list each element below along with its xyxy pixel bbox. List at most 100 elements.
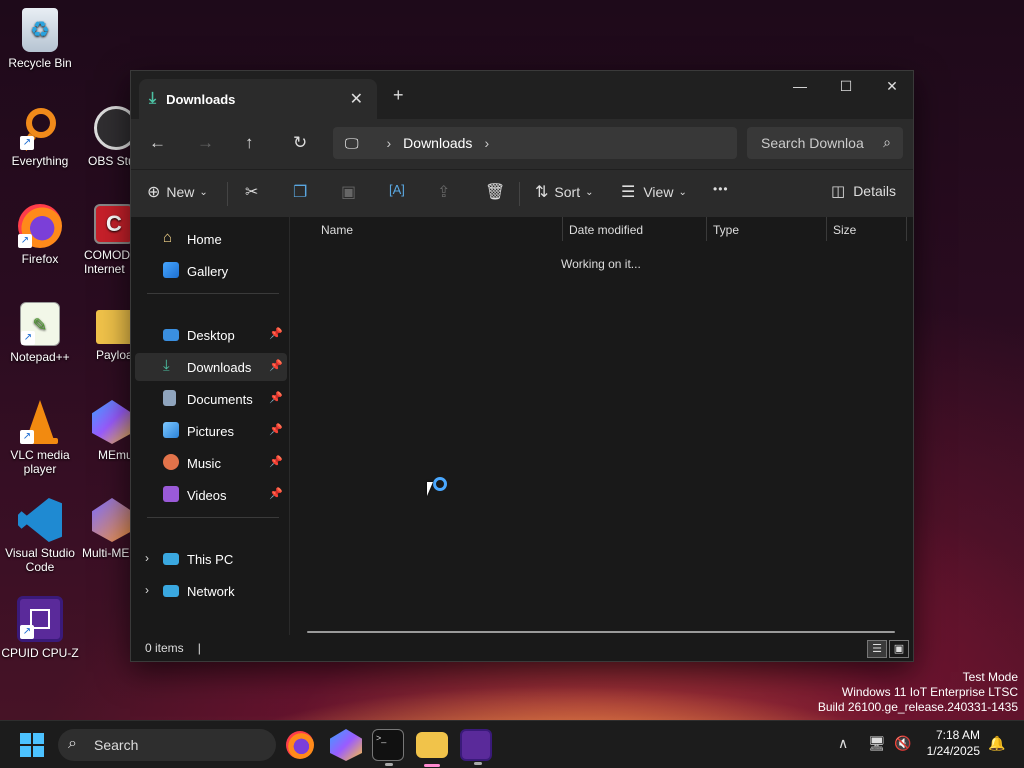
show-hidden-icons-button[interactable]: ∧: [838, 735, 848, 752]
desktop-icon-cpuz[interactable]: ↗ CPUID CPU-Z: [0, 596, 80, 660]
view-button[interactable]: ☰ View ⌄: [621, 182, 687, 202]
paste-button[interactable]: ▣: [341, 182, 356, 202]
column-divider[interactable]: [706, 217, 707, 241]
volume-muted-icon[interactable]: 🔇: [894, 735, 911, 752]
sidebar-item-gallery[interactable]: Gallery: [135, 257, 287, 285]
taskbar-clock[interactable]: 7:18 AM 1/24/2025: [927, 727, 980, 759]
folder-icon: [96, 310, 130, 344]
desktop-icon-comodo[interactable]: C COMOD Internet: [76, 204, 130, 276]
sidebar-item-videos[interactable]: Videos 📌: [135, 481, 287, 509]
pin-icon[interactable]: 📌: [269, 359, 283, 372]
details-button[interactable]: ◫ Details: [831, 182, 896, 200]
pin-icon[interactable]: 📌: [269, 391, 283, 404]
taskbar-app-hex[interactable]: [330, 729, 362, 761]
desktop-icon-obs[interactable]: OBS Stu: [76, 106, 136, 168]
pin-icon[interactable]: 📌: [269, 455, 283, 468]
notification-bell-icon[interactable]: 🔔: [988, 735, 1005, 752]
pin-icon[interactable]: 📌: [269, 327, 283, 340]
desktop-icon-recycle-bin[interactable]: ♻ Recycle Bin: [0, 8, 80, 70]
search-input[interactable]: Search Downloa ⌕: [747, 127, 903, 159]
tab-downloads[interactable]: ⤓ Downloads ✕: [139, 79, 377, 119]
more-options-button[interactable]: •••: [713, 182, 729, 196]
maximize-button[interactable]: ☐: [823, 71, 869, 101]
desktop-icon-label: MEmu: [98, 448, 130, 462]
documents-icon: [163, 390, 176, 406]
details-view-button[interactable]: ☰: [867, 640, 887, 658]
sidebar-item-this-pc[interactable]: › This PC: [135, 545, 287, 573]
chevron-right-icon[interactable]: ›: [484, 135, 489, 151]
desktop-icon-label: Everything: [11, 154, 69, 168]
plus-circle-icon: ⊕: [147, 184, 161, 201]
sidebar-item-music[interactable]: Music 📌: [135, 449, 287, 477]
forward-button[interactable]: →: [197, 133, 214, 153]
firefox-icon: ↗: [18, 204, 62, 248]
sidebar-item-documents[interactable]: Documents 📌: [135, 385, 287, 413]
sidebar-item-home[interactable]: ⌂ Home: [135, 225, 287, 253]
horizontal-scrollbar[interactable]: [307, 631, 895, 633]
column-divider[interactable]: [562, 217, 563, 241]
active-indicator: [424, 764, 440, 767]
column-header-size[interactable]: Size: [833, 223, 856, 237]
taskbar-file-explorer[interactable]: [416, 732, 448, 767]
details-label: Details: [853, 183, 896, 199]
pin-icon[interactable]: 📌: [269, 423, 283, 436]
desktop-icon-payload[interactable]: Payloa: [76, 302, 130, 362]
new-button[interactable]: ⊕ New ⌄: [147, 182, 208, 202]
desktop-icon-firefox[interactable]: ↗ Firefox: [0, 204, 80, 266]
desktop-icon-memu[interactable]: MEmu: [76, 400, 130, 462]
taskbar-firefox[interactable]: [286, 731, 314, 759]
column-divider[interactable]: [826, 217, 827, 241]
back-button[interactable]: ←: [149, 133, 166, 153]
desktop-icon-label: COMOD Internet: [84, 248, 130, 276]
pin-icon[interactable]: 📌: [269, 487, 283, 500]
taskbar-cpuz[interactable]: [460, 729, 492, 765]
breadcrumb-downloads[interactable]: Downloads: [403, 135, 472, 151]
close-tab-icon[interactable]: ✕: [350, 89, 363, 109]
windows-logo-icon: [20, 746, 31, 757]
shortcut-arrow-icon: ↗: [20, 430, 34, 444]
command-bar: ⊕ New ⌄ ✂ ❐ ▣ [A] ⇪ 🗑 ⇅ Sort ⌄ ☰ View ⌄ …: [131, 169, 913, 217]
chevron-down-icon: ⌄: [199, 186, 208, 198]
desktop-icon-notepadpp[interactable]: ✎ ↗ Notepad++: [0, 302, 80, 364]
sidebar-item-network[interactable]: › Network: [135, 577, 287, 605]
sidebar-item-downloads[interactable]: ⤓ Downloads 📌: [135, 353, 287, 381]
column-header-type[interactable]: Type: [713, 223, 739, 237]
desktop-icon-vscode[interactable]: Visual Studio Code: [0, 498, 80, 574]
sidebar-item-desktop[interactable]: Desktop 📌: [135, 321, 287, 349]
desktop-icon-everything[interactable]: ↗ Everything: [0, 106, 80, 168]
start-button[interactable]: [20, 733, 44, 757]
chevron-right-icon[interactable]: ›: [145, 551, 149, 565]
new-label: New: [166, 184, 195, 200]
close-button[interactable]: ✕: [869, 71, 915, 101]
chevron-right-icon: ›: [386, 135, 392, 151]
refresh-button[interactable]: ↻: [293, 133, 307, 153]
new-tab-button[interactable]: +: [393, 85, 404, 106]
copy-button[interactable]: ❐: [293, 182, 307, 202]
sidebar-item-pictures[interactable]: Pictures 📌: [135, 417, 287, 445]
minimize-button[interactable]: —: [777, 71, 823, 101]
tiles-view-button[interactable]: ▣: [889, 640, 909, 658]
column-header-date-modified[interactable]: Date modified: [569, 223, 643, 237]
chevron-right-icon[interactable]: ›: [145, 583, 149, 597]
test-mode-watermark: Test Mode Windows 11 IoT Enterprise LTSC…: [818, 670, 1018, 715]
taskbar-terminal[interactable]: >_: [372, 729, 404, 766]
sidebar-item-label: Downloads: [187, 359, 252, 375]
sort-button[interactable]: ⇅ Sort ⌄: [535, 182, 593, 202]
sidebar-item-label: Gallery: [187, 263, 229, 279]
pane-divider[interactable]: [289, 217, 290, 637]
taskbar-search[interactable]: ⌕ Search: [58, 729, 276, 761]
address-bar[interactable]: 🖵 › Downloads ›: [333, 127, 737, 159]
network-status-icon[interactable]: 🖥: [868, 735, 886, 752]
column-divider[interactable]: [906, 217, 907, 241]
clock-date: 1/24/2025: [926, 744, 980, 758]
column-header-name[interactable]: Name: [321, 223, 353, 237]
cut-button[interactable]: ✂: [245, 182, 258, 202]
rename-button[interactable]: [A]: [389, 182, 405, 197]
desktop-icon-label: VLC media player: [10, 448, 70, 476]
up-button[interactable]: ↑: [245, 133, 254, 153]
delete-button[interactable]: 🗑: [485, 182, 505, 202]
file-list: Name Date modified Type Size Working on …: [291, 217, 913, 637]
share-button[interactable]: ⇪: [437, 182, 450, 202]
desktop-icon-multi-memu[interactable]: Multi-ME: [76, 498, 130, 560]
desktop-icon-vlc[interactable]: ↗ VLC media player: [0, 400, 80, 476]
